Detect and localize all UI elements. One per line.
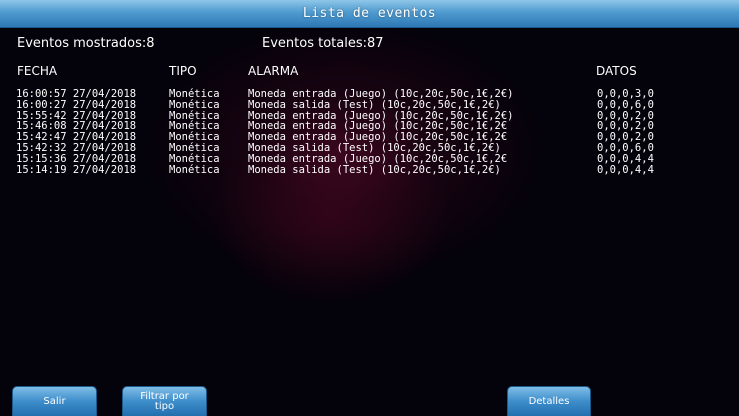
cell-tipo: Monética xyxy=(169,98,220,111)
events-total-count: Eventos totales:87 xyxy=(262,36,384,51)
cell-datos: 0,0,0,4,4 xyxy=(597,152,654,165)
table-header: FECHA TIPO ALARMA DATOS xyxy=(0,64,739,80)
details-button[interactable]: Detalles xyxy=(507,386,591,416)
details-button-label: Detalles xyxy=(528,395,570,407)
cell-datos: 0,0,0,4,4 xyxy=(597,163,654,176)
cell-fecha: 15:14:19 27/04/2018 xyxy=(16,163,137,176)
header-fecha: FECHA xyxy=(17,64,58,78)
table-row[interactable]: 16:00:27 27/04/2018 Monética Moneda sali… xyxy=(0,98,739,111)
table-row[interactable]: 15:14:19 27/04/2018 Monética Moneda sali… xyxy=(0,163,739,176)
filter-by-type-button[interactable]: Filtrar por tipo xyxy=(122,386,207,416)
cell-fecha: 15:15:36 27/04/2018 xyxy=(16,152,137,165)
cell-alarma: Moneda salida (Test) (10c,20c,50c,1€,2€) xyxy=(248,163,501,176)
filter-button-label-line2: tipo xyxy=(154,400,175,412)
header-datos: DATOS xyxy=(596,64,637,78)
title-bar: Lista de eventos xyxy=(0,0,739,28)
table-row[interactable]: 15:15:36 27/04/2018 Monética Moneda entr… xyxy=(0,152,739,165)
exit-button[interactable]: Salir xyxy=(12,386,97,416)
window-title: Lista de eventos xyxy=(302,6,437,21)
cell-fecha: 16:00:27 27/04/2018 xyxy=(16,98,137,111)
cell-datos: 0,0,0,6,0 xyxy=(597,98,654,111)
filter-button-label: Filtrar por tipo xyxy=(140,391,189,412)
header-alarma: ALARMA xyxy=(248,64,299,78)
header-tipo: TIPO xyxy=(169,64,197,78)
event-counts: Eventos mostrados:8 Eventos totales:87 xyxy=(0,36,739,52)
exit-button-label: Salir xyxy=(43,395,66,407)
cell-tipo: Monética xyxy=(169,152,220,165)
event-list-screen: Lista de eventos Eventos mostrados:8 Eve… xyxy=(0,0,739,416)
cell-alarma: Moneda salida (Test) (10c,20c,50c,1€,2€) xyxy=(248,98,501,111)
cell-tipo: Monética xyxy=(169,163,220,176)
event-table-body: 16:00:57 27/04/2018 Monética Moneda entr… xyxy=(0,89,739,175)
events-shown-count: Eventos mostrados:8 xyxy=(17,36,155,51)
cell-alarma: Moneda entrada (Juego) (10c,20c,50c,1€,2… xyxy=(248,152,508,165)
